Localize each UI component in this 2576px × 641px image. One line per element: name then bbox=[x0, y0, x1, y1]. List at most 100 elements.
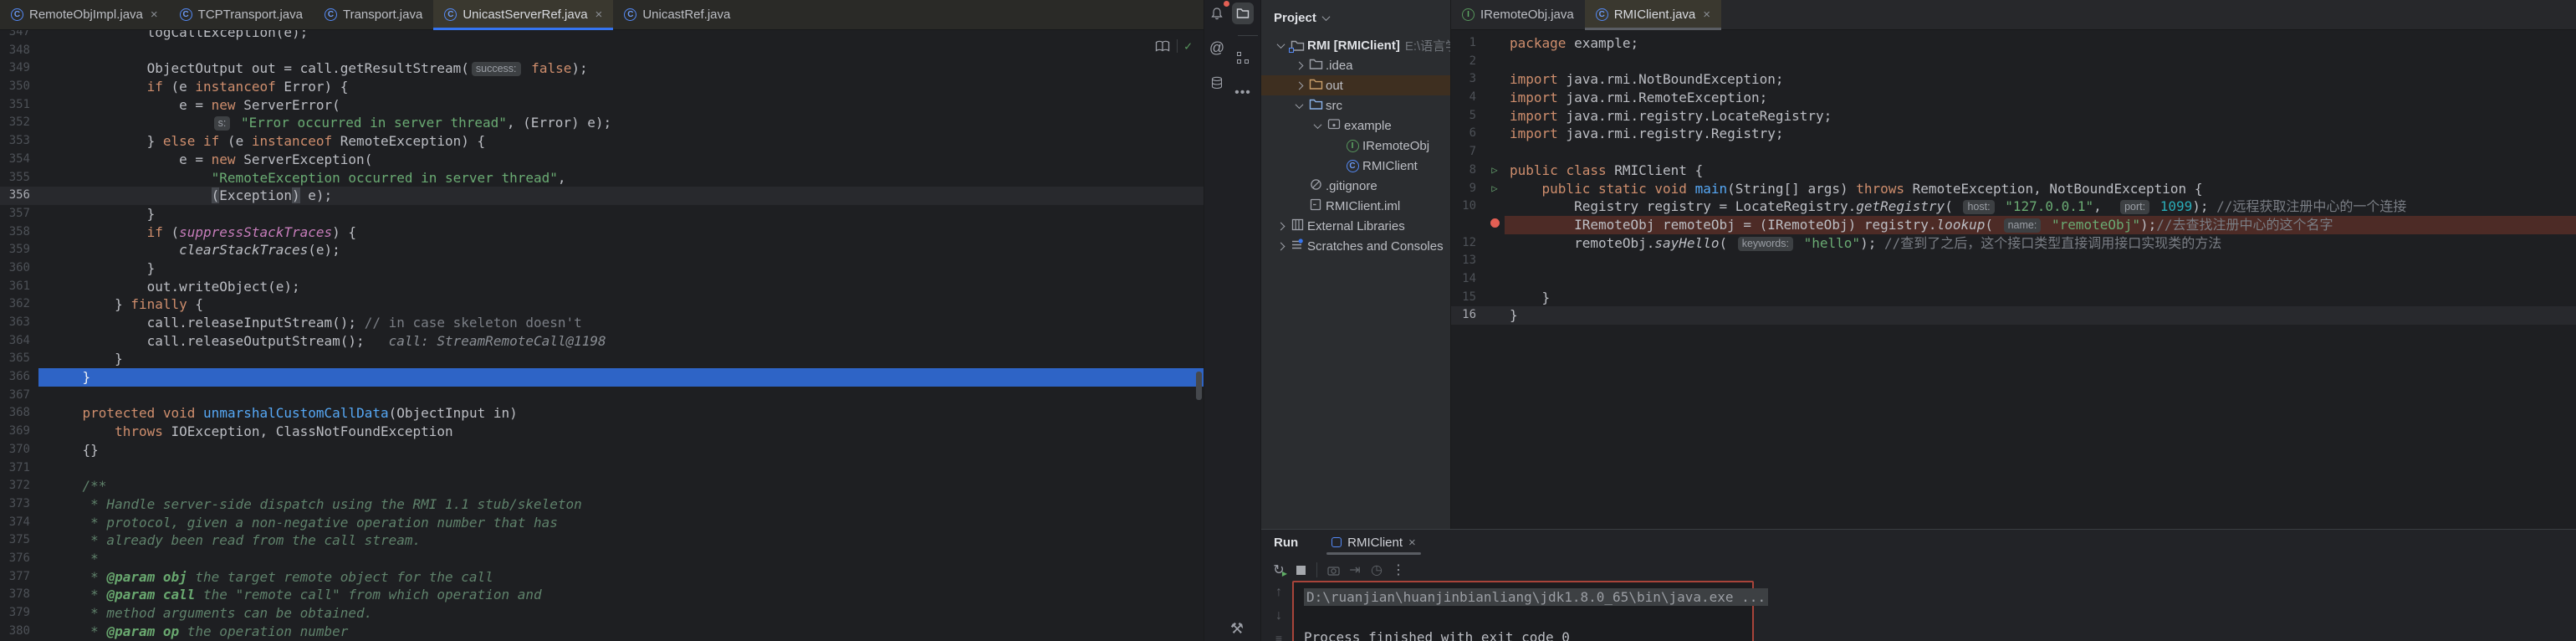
line-number[interactable]: 355 bbox=[0, 169, 38, 187]
line-number[interactable]: 370 bbox=[0, 441, 38, 459]
line-number[interactable]: 10 bbox=[1451, 197, 1485, 216]
scroll-up-icon[interactable]: ↑ bbox=[1275, 585, 1282, 600]
database-icon[interactable] bbox=[1206, 72, 1228, 94]
line-number[interactable]: 366 bbox=[0, 368, 38, 387]
line-number[interactable]: 357 bbox=[0, 205, 38, 223]
camera-icon[interactable] bbox=[1322, 560, 1344, 580]
tree-item-Scratches and Consoles[interactable]: Scratches and Consoles bbox=[1261, 236, 1450, 256]
line-number[interactable]: 371 bbox=[0, 459, 38, 478]
line-number[interactable]: 358 bbox=[0, 223, 38, 242]
chevron-right-icon[interactable] bbox=[1295, 61, 1303, 69]
line-number[interactable]: 375 bbox=[0, 531, 38, 550]
line-number[interactable]: 353 bbox=[0, 132, 38, 151]
line-number[interactable]: 9 bbox=[1451, 180, 1485, 198]
line-number[interactable]: 380 bbox=[0, 623, 38, 641]
structure-icon[interactable] bbox=[1232, 47, 1254, 69]
tab-RemoteObjImpl.java[interactable]: CRemoteObjImpl.java× bbox=[0, 0, 169, 29]
line-number[interactable]: 13 bbox=[1451, 252, 1485, 270]
stop-icon[interactable] bbox=[1290, 560, 1311, 580]
line-number[interactable]: 352 bbox=[0, 114, 38, 132]
tree-item-IRemoteObj[interactable]: IIRemoteObj bbox=[1261, 136, 1450, 156]
line-number[interactable]: 3 bbox=[1451, 70, 1485, 89]
tree-item-example[interactable]: example bbox=[1261, 115, 1450, 136]
line-number[interactable]: 368 bbox=[0, 404, 38, 423]
line-number[interactable]: 351 bbox=[0, 96, 38, 115]
line-number[interactable]: 2 bbox=[1451, 53, 1485, 71]
line-number[interactable]: 7 bbox=[1451, 143, 1485, 162]
line-number[interactable]: 14 bbox=[1451, 270, 1485, 289]
run-console[interactable]: D:\ruanjian\huanjinbianliang\jdk1.8.0_65… bbox=[1292, 581, 1754, 641]
chevron-down-icon[interactable] bbox=[1276, 40, 1285, 49]
tree-item-RMI [RMIClient][interactable]: RMI [RMIClient]E:\语言学习\j bbox=[1261, 35, 1450, 55]
line-number[interactable]: 8 bbox=[1451, 162, 1485, 180]
chevron-down-icon[interactable] bbox=[1295, 100, 1303, 109]
line-number[interactable]: 367 bbox=[0, 387, 38, 405]
left-editor[interactable]: ✓ 347 logCallException(e);348349 ObjectO… bbox=[0, 30, 1204, 641]
line-number[interactable]: 354 bbox=[0, 151, 38, 169]
chevron-right-icon[interactable] bbox=[1276, 222, 1285, 230]
close-icon[interactable]: × bbox=[1703, 8, 1710, 22]
timer-icon[interactable]: ◷ bbox=[1366, 560, 1388, 580]
line-number[interactable]: 1 bbox=[1451, 34, 1485, 53]
line-number[interactable]: 349 bbox=[0, 59, 38, 78]
line-number[interactable]: 5 bbox=[1451, 107, 1485, 126]
tab-Transport.java[interactable]: CTransport.java bbox=[314, 0, 433, 29]
line-number[interactable] bbox=[1451, 216, 1485, 234]
line-number[interactable]: 363 bbox=[0, 314, 38, 332]
line-number[interactable]: 4 bbox=[1451, 89, 1485, 107]
line-number[interactable]: 348 bbox=[0, 42, 38, 60]
right-editor[interactable]: 1package example;23import java.rmi.NotBo… bbox=[1451, 30, 2576, 529]
line-number[interactable]: 347 bbox=[0, 30, 38, 42]
tab-UnicastRef.java[interactable]: CUnicastRef.java bbox=[613, 0, 741, 29]
rerun-icon[interactable]: ↻▶ bbox=[1268, 560, 1290, 580]
line-number[interactable]: 365 bbox=[0, 350, 38, 368]
more-vertical-icon[interactable]: ⋮ bbox=[1388, 560, 1409, 580]
notifications-bell-icon[interactable] bbox=[1206, 3, 1228, 24]
line-number[interactable]: 374 bbox=[0, 514, 38, 532]
run-gutter-icon[interactable]: ▷ bbox=[1485, 162, 1505, 180]
tree-item-RMIClient.iml[interactable]: RMIClient.iml bbox=[1261, 196, 1450, 216]
tab-TCPTransport.java[interactable]: CTCPTransport.java bbox=[169, 0, 314, 29]
run-tab-rmiclient[interactable]: RMIClient × bbox=[1321, 530, 1426, 555]
left-editor-scrollbar[interactable] bbox=[1196, 372, 1202, 400]
scroll-down-icon[interactable]: ↓ bbox=[1275, 608, 1282, 623]
close-icon[interactable]: × bbox=[151, 8, 158, 22]
inspections-ok-check-icon[interactable]: ✓ bbox=[1184, 38, 1192, 54]
line-number[interactable]: 373 bbox=[0, 495, 38, 514]
line-number[interactable]: 12 bbox=[1451, 234, 1485, 253]
project-folder-icon[interactable] bbox=[1232, 3, 1254, 24]
line-number[interactable]: 360 bbox=[0, 259, 38, 278]
line-number[interactable]: 356 bbox=[0, 187, 38, 205]
line-number[interactable]: 15 bbox=[1451, 289, 1485, 307]
tree-item-.idea[interactable]: .idea bbox=[1261, 55, 1450, 75]
breakpoint-icon[interactable] bbox=[1485, 216, 1505, 234]
tab-RMIClient.java[interactable]: CRMIClient.java× bbox=[1585, 0, 1721, 29]
more-horizontal-icon[interactable]: ••• bbox=[1232, 82, 1254, 104]
tab-UnicastServerRef.java[interactable]: CUnicastServerRef.java× bbox=[433, 0, 613, 29]
line-number[interactable]: 359 bbox=[0, 241, 38, 259]
line-number[interactable]: 377 bbox=[0, 568, 38, 587]
tree-item-src[interactable]: src bbox=[1261, 95, 1450, 115]
line-number[interactable]: 361 bbox=[0, 278, 38, 296]
chevron-right-icon[interactable] bbox=[1276, 242, 1285, 250]
tree-item-out[interactable]: out bbox=[1261, 75, 1450, 95]
line-number[interactable]: 362 bbox=[0, 295, 38, 314]
close-icon[interactable]: × bbox=[595, 8, 603, 22]
soft-wrap-icon[interactable]: ≡ bbox=[1275, 632, 1282, 641]
chevron-down-icon[interactable] bbox=[1313, 121, 1321, 129]
reader-mode-book-icon[interactable] bbox=[1155, 40, 1170, 53]
tab-IRemoteObj.java[interactable]: IIRemoteObj.java bbox=[1451, 0, 1585, 29]
ai-assistant-spiral-icon[interactable]: @ bbox=[1206, 37, 1228, 59]
line-number[interactable]: 350 bbox=[0, 78, 38, 96]
line-number[interactable]: 6 bbox=[1451, 125, 1485, 143]
tree-item-RMIClient[interactable]: CRMIClient bbox=[1261, 156, 1450, 176]
build-hammer-icon[interactable]: ⚒ bbox=[1226, 618, 1248, 639]
line-number[interactable]: 376 bbox=[0, 550, 38, 568]
close-icon[interactable]: × bbox=[1408, 536, 1416, 550]
line-number[interactable]: 369 bbox=[0, 423, 38, 441]
project-panel-header[interactable]: Project bbox=[1261, 0, 1450, 35]
line-number[interactable]: 16 bbox=[1451, 306, 1485, 325]
line-number[interactable]: 379 bbox=[0, 604, 38, 623]
export-icon[interactable]: ⇥ bbox=[1344, 560, 1366, 580]
line-number[interactable]: 372 bbox=[0, 477, 38, 495]
